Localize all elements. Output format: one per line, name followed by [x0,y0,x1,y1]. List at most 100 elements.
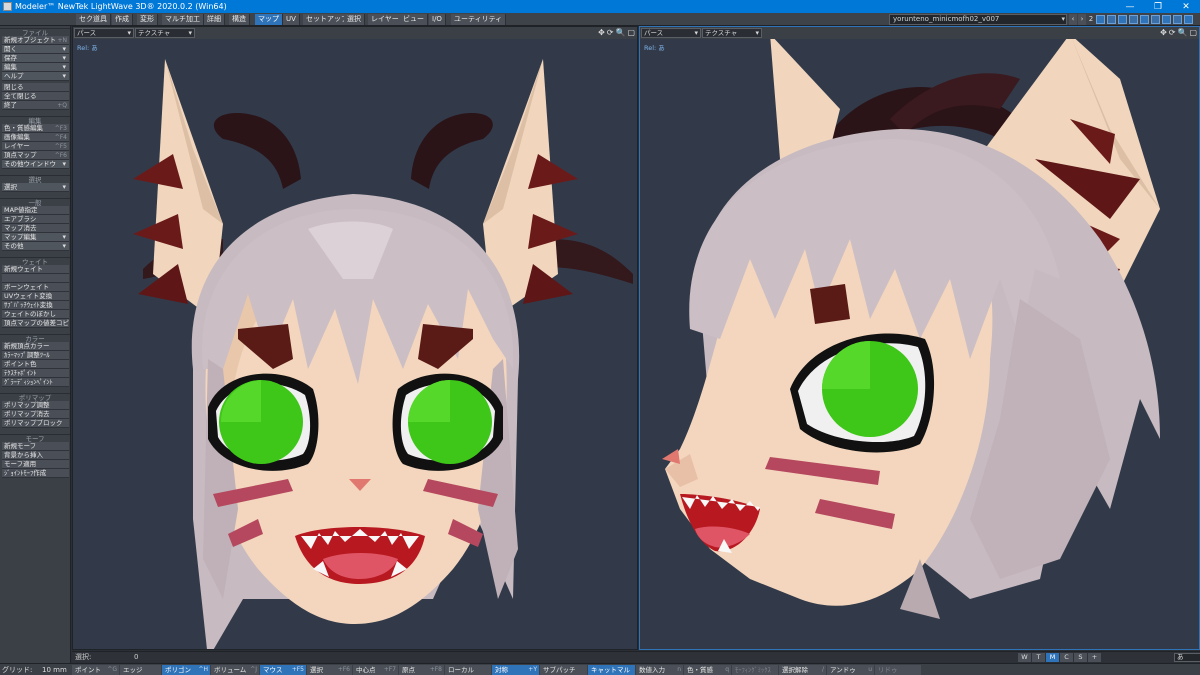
morph-mix-button[interactable]: ﾓｰﾌｨﾝｸﾞﾐｯｸｽ [732,665,778,675]
volume-mode-button[interactable]: ボリューム ^J [211,665,259,675]
surface-button[interactable]: 色・質感 q [684,665,731,675]
maximize-view-icon[interactable]: ▢ [627,27,635,39]
help-dropdown[interactable]: ヘルプ [2,72,69,81]
open-dropdown[interactable]: 開く [2,45,69,54]
points-mode-button[interactable]: ポイント ^G [72,665,119,675]
bone-weights-button[interactable]: ボーンウェイト [2,283,69,292]
tab-select[interactable]: 選択 [344,14,365,25]
selection-action-button[interactable]: 選択 +F6 [307,665,352,675]
surface-editor-button[interactable]: 色・質感編集 ^F3 [2,124,69,133]
layer-slot[interactable] [1129,15,1138,24]
tab-view[interactable]: ビュー [400,14,428,25]
center-action-button[interactable]: 中心点 +F7 [353,665,398,675]
projection-select[interactable]: パース [74,28,134,38]
gradient-paint-button[interactable]: ｸﾞﾗｰﾃﾞｨｼｮﾝﾍﾟｲﾝﾄ [2,378,69,387]
joint-morph-button[interactable]: ｼﾞｮｲﾝﾄﾓｰﾌ作成 [2,469,69,478]
polygons-mode-button[interactable]: ポリゴン ^H [162,665,210,675]
subpatch-button[interactable]: サブパッチ [540,665,587,675]
tab-uv[interactable]: UV [283,14,300,25]
viewport-front[interactable]: パース テクスチャ ✥ ⟳ 🔍 ▢ [72,26,638,650]
vmap-dropdown[interactable]: あ [1174,653,1200,662]
tab-mesh-tools[interactable]: セク道具 [76,14,111,25]
blur-weight-button[interactable]: ウェイトのぼかし [2,310,69,319]
symmetry-button[interactable]: 対称 +Y [492,665,539,675]
view-morph-button[interactable]: M [1046,653,1059,662]
polymap-adjust-button[interactable]: ポリマップ調整 [2,401,69,410]
subpatch-weight-button[interactable]: ｻﾌﾞﾊﾟｯﾁｳｪｲﾄ変換 [2,301,69,310]
close-icon[interactable]: ✕ [1172,0,1200,13]
tab-construct[interactable]: 構造 [229,14,250,25]
new-vertex-color-button[interactable]: 新規頂点カラー [2,342,69,351]
minimize-icon[interactable]: — [1116,0,1144,13]
move-view-icon[interactable]: ✥ [1160,27,1167,39]
layer-slot[interactable] [1184,15,1193,24]
shading-select[interactable]: テクスチャ [135,28,195,38]
select-dropdown[interactable]: 選択 [2,183,69,192]
maximize-icon[interactable]: ❐ [1144,0,1172,13]
set-map-value-button[interactable]: MAP値指定 [2,206,69,215]
local-action-button[interactable]: ローカル [445,665,491,675]
save-dropdown[interactable]: 保存 [2,54,69,63]
layer-slot[interactable] [1096,15,1105,24]
other-windows-dropdown[interactable]: その他ウインドウ [2,160,69,169]
maximize-view-icon[interactable]: ▢ [1189,27,1197,39]
uv-to-weight-button[interactable]: UVウェイト変換 [2,292,69,301]
origin-action-button[interactable]: 原点 +F8 [399,665,444,675]
image-editor-button[interactable]: 画像編集 ^F4 [2,133,69,142]
edit-dropdown[interactable]: 編集 [2,63,69,72]
tab-multiply[interactable]: マルチ加工 [162,14,204,25]
copy-vmap-button[interactable]: 頂点マップの値差コピー [2,319,69,328]
view-texture-button[interactable]: T [1032,653,1045,662]
layer-slot[interactable] [1173,15,1182,24]
view-sel-button[interactable]: S [1074,653,1087,662]
tab-utility[interactable]: ユーティリティ [451,14,507,25]
tab-create[interactable]: 作成 [112,14,133,25]
new-object-button[interactable]: 新規オブジェクト +N [2,36,69,45]
layer-slot[interactable] [1140,15,1149,24]
add-button[interactable]: + [1088,653,1101,662]
deselect-button[interactable]: 選択解除 / [779,665,826,675]
tab-layer[interactable]: レイヤー [368,14,403,25]
move-view-icon[interactable]: ✥ [598,27,605,39]
next-layer-icon[interactable]: › [1078,14,1086,25]
layer-slot[interactable] [1162,15,1171,24]
vertex-map-button[interactable]: 頂点マップ ^F6 [2,151,69,160]
close-all-button[interactable]: 全て閉じる [2,92,69,101]
undo-button[interactable]: アンドゥ u [827,665,874,675]
layer-slot[interactable] [1118,15,1127,24]
point-color-button[interactable]: ポイント色 [2,360,69,369]
tab-detail[interactable]: 詳細 [204,14,225,25]
new-weight-button[interactable]: 新規ウェイト [2,265,69,274]
quit-button[interactable]: 終了 +Q [2,101,69,110]
tab-io[interactable]: I/O [429,14,446,25]
clear-map-button[interactable]: マップ消去 [2,224,69,233]
color-map-tool-button[interactable]: ｶﾗｰﾏｯﾌﾟ調整ﾂｰﾙ [2,351,69,360]
rotate-view-icon[interactable]: ⟳ [1169,27,1176,39]
object-selector[interactable]: yorunteno_minicmofh02_v007 ▾ [889,14,1067,25]
viewport-perspective[interactable]: パース テクスチャ ✥ ⟳ 🔍 ▢ [639,26,1200,650]
insert-from-background-button[interactable]: 背景から挿入 [2,451,69,460]
catmull-button[interactable]: キャットマル [588,665,635,675]
layers-button[interactable]: レイヤー ^F5 [2,142,69,151]
view-wireframe-button[interactable]: W [1018,653,1031,662]
layer-slot[interactable] [1151,15,1160,24]
view-color-button[interactable]: C [1060,653,1073,662]
polymap-clear-button[interactable]: ポリマップ消去 [2,410,69,419]
edges-mode-button[interactable]: エッジ [120,665,161,675]
new-morph-button[interactable]: 新規モーフ [2,442,69,451]
tab-modify[interactable]: 変形 [137,14,158,25]
edit-map-dropdown[interactable]: マップ編集 [2,233,69,242]
mouse-action-button[interactable]: マウス +F5 [260,665,306,675]
projection-select[interactable]: パース [641,28,701,38]
polymap-block-button[interactable]: ポリマップブロック [2,419,69,428]
layer-slot[interactable] [1107,15,1116,24]
close-button[interactable]: 閉じる [2,83,69,92]
airbrush-button[interactable]: エアブラシ [2,215,69,224]
other-dropdown[interactable]: その他 [2,242,69,251]
prev-layer-icon[interactable]: ‹ [1069,14,1077,25]
texture-point-button[interactable]: ﾃｸｽﾁｬﾎﾟｲﾝﾄ [2,369,69,378]
numeric-button[interactable]: 数値入力 n [636,665,683,675]
shading-select[interactable]: テクスチャ [702,28,762,38]
redo-button[interactable]: リドゥ [875,665,921,675]
apply-morph-button[interactable]: モーフ適用 [2,460,69,469]
